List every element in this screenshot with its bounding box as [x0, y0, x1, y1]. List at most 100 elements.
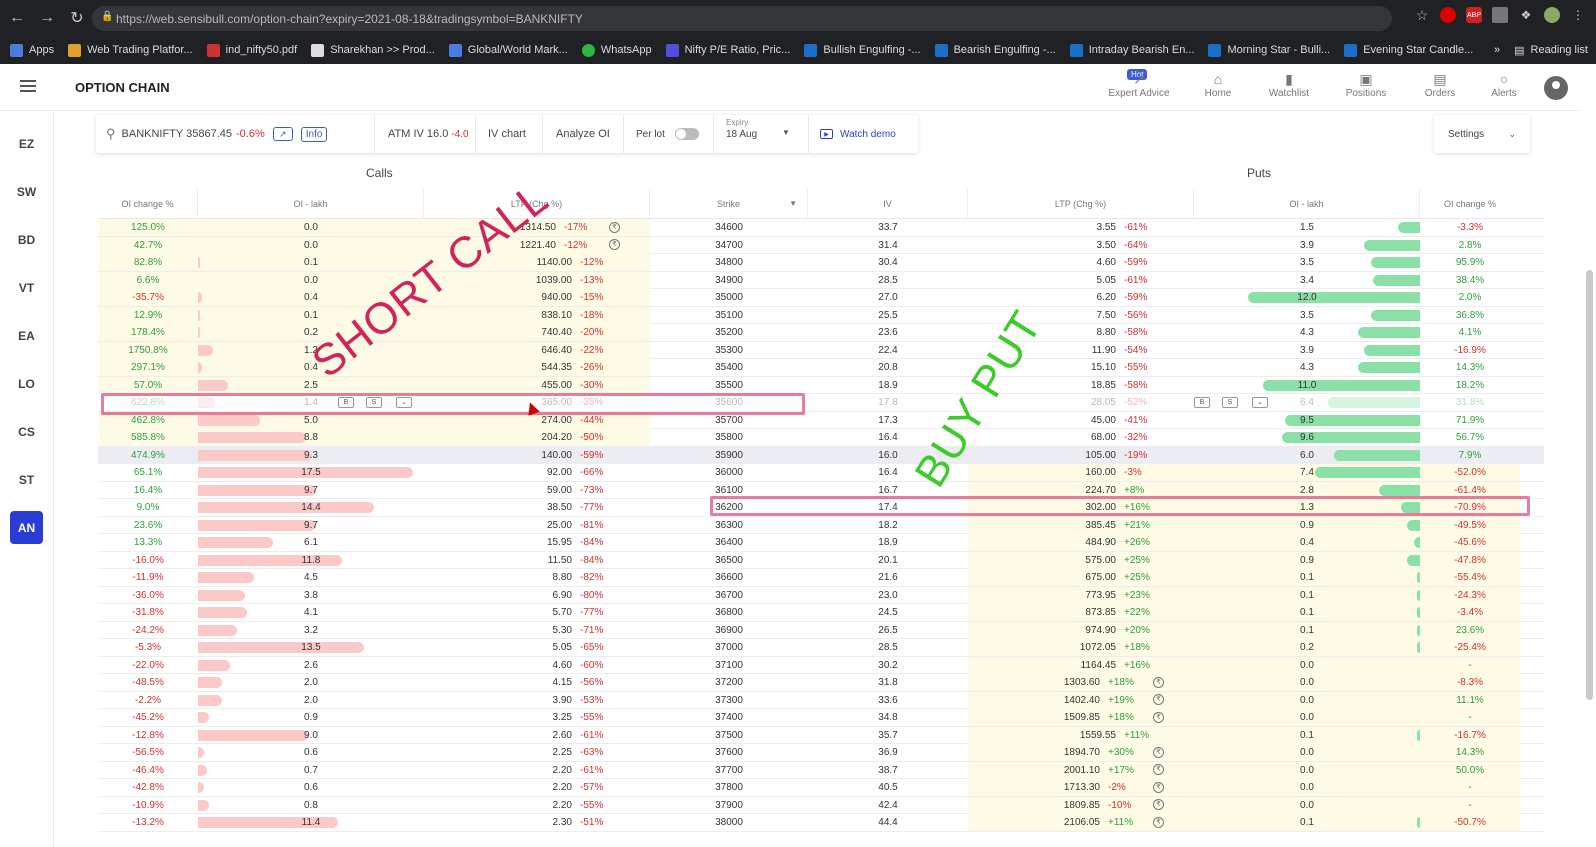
col-iv[interactable]: IV — [808, 189, 968, 219]
table-row[interactable]: -24.2% 3.2 5.30 -71% 36900 26.5 974.90 +20% 0.1 2… — [98, 621, 1544, 639]
table-row[interactable]: -35.7% 0.4 940.00 -15% 35000 27.0 6.20 -59% 12.0… — [98, 289, 1544, 307]
menu-icon[interactable] — [20, 80, 36, 92]
forward-icon[interactable]: → — [34, 5, 60, 31]
table-row[interactable]: 12.9% 0.1 838.10 -18% 35100 25.5 7.50 -56% 3.5 36… — [98, 306, 1544, 324]
table-row[interactable]: 125.0% 0.0 1314.50 -17% ₹34600 33.7 3.55 -61% 1.… — [98, 219, 1544, 237]
table-row[interactable]: -5.3% 13.5 5.05 -65% 37000 28.5 1072.05 +18% 0.2… — [98, 639, 1544, 657]
bookmark-item[interactable]: Bearish Engulfing -... — [934, 43, 1056, 57]
table-row[interactable]: -2.2% 2.0 3.90 -53% 37300 33.6 1402.40 +19% ₹0.0… — [98, 691, 1544, 709]
col-call-oi[interactable]: OI - lakh — [198, 189, 424, 219]
chevron-right-icon[interactable]: » — [1494, 44, 1500, 56]
table-row[interactable]: 585.8% 8.8 204.20 -50% 35800 16.4 68.00 -32% 9.6… — [98, 429, 1544, 447]
table-row[interactable]: 6.6% 0.0 1039.00 -13% 34900 28.5 5.05 -61% 3.4 38… — [98, 271, 1544, 289]
col-put-oi-change[interactable]: OI change % — [1420, 189, 1520, 219]
table-row[interactable]: -46.4% 0.7 2.20 -61% 37700 38.7 2001.10 +17% ₹0.… — [98, 761, 1544, 779]
table-row[interactable]: 57.0% 2.5 455.00 -30% 35500 18.9 18.85 -58% 11.0… — [98, 376, 1544, 394]
adblock-icon[interactable]: ABP — [1466, 7, 1482, 23]
symbol-search[interactable]: ⚲ BANKNIFTY 35867.45 -0.6% ↗ Info — [106, 115, 328, 153]
avatar[interactable] — [1544, 76, 1568, 100]
profile-icon[interactable] — [1544, 7, 1560, 23]
bookmark-item[interactable]: ind_nifty50.pdf — [206, 43, 297, 57]
col-strike[interactable]: Strike ▼ — [650, 189, 808, 219]
table-row[interactable]: 23.6% 9.7 25.00 -81% 36300 18.2 385.45 +21% 0.9 -… — [98, 516, 1544, 534]
table-row[interactable]: -16.0% 11.8 11.50 -84% 36500 20.1 575.00 +25% 0.… — [98, 551, 1544, 569]
bookmark-item[interactable]: Bullish Engulfing -... — [804, 43, 921, 57]
table-row[interactable]: 13.3% 6.1 15.95 -84% 36400 18.9 484.90 +26% 0.4 -… — [98, 534, 1544, 552]
bookmark-item[interactable]: Global/World Mark... — [448, 43, 568, 57]
nav-expert-advice[interactable]: ↗ Expert Advice — [1099, 68, 1179, 99]
table-row[interactable]: -45.2% 0.9 3.25 -55% 37400 34.8 1509.85 +18% ₹0.… — [98, 709, 1544, 727]
table-row[interactable]: -22.0% 2.6 4.60 -60% 37100 30.2 1164.45 +16% 0.0… — [98, 656, 1544, 674]
table-row[interactable]: -31.8% 4.1 5.70 -77% 36800 24.5 873.85 +22% 0.1 -… — [98, 604, 1544, 622]
bookmark-item[interactable]: Sharekhan >> Prod... — [311, 43, 435, 57]
address-bar[interactable]: 🔒 https://web.sensibull.com/option-chain… — [92, 6, 1392, 31]
col-call-oi-change[interactable]: OI change % — [98, 189, 198, 219]
per-lot-toggle[interactable]: Per lot — [636, 115, 699, 153]
table-row[interactable]: -12.8% 9.0 2.60 -61% 37500 35.7 1559.55 +11% 0.1… — [98, 726, 1544, 744]
sidebar-item-vt[interactable]: VT — [10, 271, 43, 304]
sidebar-item-bd[interactable]: BD — [10, 223, 43, 256]
ext-grid-icon[interactable] — [1492, 7, 1508, 23]
sidebar-item-st[interactable]: ST — [10, 463, 43, 496]
call-oi: 3.2 — [304, 624, 318, 636]
sidebar-item-sw[interactable]: SW — [10, 175, 43, 208]
reading-list[interactable]: » ▤ Reading list — [1494, 36, 1588, 64]
put-oi: 0.1 — [1300, 729, 1314, 741]
info-button[interactable]: Info — [300, 126, 328, 142]
table-row[interactable]: -10.9% 0.8 2.20 -55% 37900 42.4 1809.85 -10% ₹0.… — [98, 796, 1544, 814]
sidebar-item-ez[interactable]: EZ — [10, 127, 43, 160]
puzzle-icon[interactable]: ❖ — [1518, 7, 1534, 23]
chart-icon[interactable]: ↗ — [272, 127, 293, 141]
table-row[interactable]: 65.1% 17.5 92.00 -66% 36000 16.4 160.00 -3% 7.4-… — [98, 464, 1544, 482]
table-row[interactable]: 82.8% 0.1 1140.00 -12% 34800 30.4 4.60 -59% 3.5 9… — [98, 254, 1544, 272]
nav-alerts[interactable]: ○ Alerts — [1464, 68, 1544, 99]
bookmark-item[interactable]: Nifty P/E Ratio, Pric... — [665, 43, 790, 57]
chevron-down-icon[interactable]: ⌄ — [1252, 397, 1268, 408]
sidebar-item-cs[interactable]: CS — [10, 415, 43, 448]
nav-home[interactable]: ⌂ Home — [1178, 68, 1258, 99]
bookmark-item[interactable]: Morning Star - Bulli... — [1208, 43, 1330, 57]
option-chain-toolbar: ⚲ BANKNIFTY 35867.45 -0.6% ↗ Info ATM IV… — [96, 115, 918, 153]
star-icon[interactable]: ☆ — [1414, 7, 1430, 23]
nav-positions[interactable]: ▣ Positions — [1326, 68, 1406, 99]
back-icon[interactable]: ← — [4, 5, 30, 31]
app-header: OPTION CHAIN Hot ↗ Expert Advice ⌂ Home ▮ W… — [0, 64, 1580, 111]
iv-chart-button[interactable]: IV chart — [488, 115, 526, 153]
more-icon[interactable]: ⋮ — [1570, 7, 1586, 23]
sort-icon[interactable]: ▼ — [789, 199, 797, 209]
watch-demo-button[interactable]: ▶ Watch demo — [820, 115, 896, 153]
whatsapp-icon — [581, 43, 595, 57]
sidebar-item-ea[interactable]: EA — [10, 319, 43, 352]
put-oi-change: 4.1% — [1458, 327, 1482, 338]
table-row[interactable]: -48.5% 2.0 4.15 -56% 37200 31.8 1303.60 +18% ₹0.… — [98, 674, 1544, 692]
puts-label: Puts — [1247, 166, 1272, 180]
table-row[interactable]: -56.5% 0.6 2.25 -63% 37600 36.9 1894.70 +30% ₹0.… — [98, 744, 1544, 762]
expiry-select[interactable]: Expiry 18 Aug ▼ — [726, 115, 806, 153]
table-row[interactable]: 42.7% 0.0 1221.40 -12% ₹34700 31.4 3.50 -64% 3.9… — [98, 236, 1544, 254]
nav-watchlist[interactable]: ▮ Watchlist — [1249, 68, 1329, 99]
col-put-ltp[interactable]: LTP (Chg %) — [968, 189, 1194, 219]
sell-button[interactable]: S — [1222, 397, 1238, 408]
toggle-switch[interactable] — [674, 128, 699, 140]
reload-icon[interactable]: ↻ — [64, 5, 90, 31]
table-row[interactable]: -11.9% 4.5 8.80 -82% 36600 21.6 675.00 +25% 0.1 -… — [98, 569, 1544, 587]
bookmark-item[interactable]: Intraday Bearish En... — [1069, 43, 1194, 57]
scrollbar[interactable] — [1586, 270, 1593, 700]
chevron-down-icon: ⌄ — [1508, 128, 1516, 139]
table-row[interactable]: -42.8% 0.6 2.20 -57% 37800 40.5 1713.30 -2% ₹0.0… — [98, 779, 1544, 797]
bookmark-item[interactable]: Web Trading Platfor... — [68, 43, 193, 57]
ext-red-icon[interactable] — [1440, 7, 1456, 23]
table-row[interactable]: -13.2% 11.4 2.30 -51% 38000 44.4 2106.05 +11% ₹0… — [98, 814, 1544, 832]
table-row[interactable]: 474.9% 9.3 140.00 -59% 35900 16.0 105.00 -19% 6.… — [98, 446, 1544, 464]
sidebar-item-an[interactable]: AN — [10, 511, 43, 544]
col-put-oi[interactable]: OI - lakh — [1194, 189, 1420, 219]
sidebar-item-lo[interactable]: LO — [10, 367, 43, 400]
settings-dropdown[interactable]: Settings ⌄ — [1434, 115, 1530, 153]
bookmark-item[interactable]: WhatsApp — [581, 43, 652, 57]
bookmark-item[interactable]: Evening Star Candle... — [1344, 43, 1473, 57]
buy-button[interactable]: B — [1194, 397, 1210, 408]
bookmark-item[interactable]: Apps — [10, 43, 54, 57]
table-row[interactable]: -36.0% 3.8 6.90 -80% 36700 23.0 773.95 +23% 0.1 -… — [98, 586, 1544, 604]
analyze-oi-button[interactable]: Analyze OI — [556, 115, 610, 153]
call-ltp-value: 140.00 — [541, 449, 572, 461]
